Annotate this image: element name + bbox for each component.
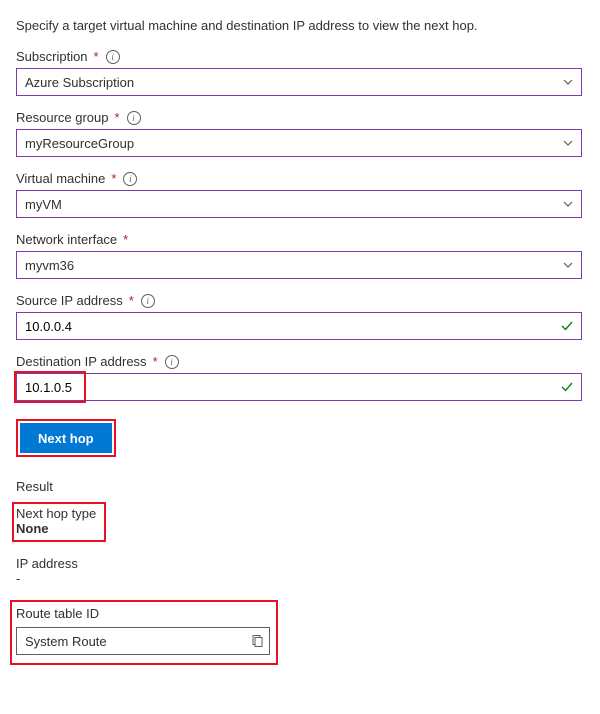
required-asterisk: * (123, 232, 128, 247)
virtual-machine-value: myVM (25, 197, 62, 212)
virtual-machine-select[interactable]: myVM (16, 190, 582, 218)
field-subscription: Subscription * i Azure Subscription (16, 49, 584, 96)
destination-ip-input[interactable] (16, 373, 582, 401)
next-hop-button[interactable]: Next hop (20, 423, 112, 453)
subscription-value: Azure Subscription (25, 75, 134, 90)
subscription-select[interactable]: Azure Subscription (16, 68, 582, 96)
resource-group-select[interactable]: myResourceGroup (16, 129, 582, 157)
network-interface-select[interactable]: myvm36 (16, 251, 582, 279)
required-asterisk: * (94, 49, 99, 64)
page-description: Specify a target virtual machine and des… (16, 18, 584, 33)
source-ip-input[interactable] (16, 312, 582, 340)
copy-icon[interactable] (250, 634, 264, 648)
network-interface-label: Network interface (16, 232, 117, 247)
field-virtual-machine: Virtual machine * i myVM (16, 171, 584, 218)
info-icon[interactable]: i (106, 50, 120, 64)
required-asterisk: * (115, 110, 120, 125)
info-icon[interactable]: i (165, 355, 179, 369)
required-asterisk: * (111, 171, 116, 186)
info-icon[interactable]: i (141, 294, 155, 308)
resource-group-label: Resource group (16, 110, 109, 125)
destination-ip-label: Destination IP address (16, 354, 147, 369)
field-resource-group: Resource group * i myResourceGroup (16, 110, 584, 157)
virtual-machine-label: Virtual machine (16, 171, 105, 186)
field-source-ip: Source IP address * i (16, 293, 584, 340)
route-table-id-box: System Route (16, 627, 270, 655)
required-asterisk: * (153, 354, 158, 369)
highlight-annotation: Next hop type None (12, 502, 106, 542)
route-table-id-value: System Route (25, 634, 107, 649)
ip-address-value: - (16, 571, 584, 586)
next-hop-type-value: None (16, 521, 96, 536)
route-table-id-label: Route table ID (16, 606, 270, 621)
required-asterisk: * (129, 293, 134, 308)
ip-address-label: IP address (16, 556, 584, 571)
next-hop-type-label: Next hop type (16, 506, 96, 521)
info-icon[interactable]: i (127, 111, 141, 125)
subscription-label: Subscription (16, 49, 88, 64)
network-interface-value: myvm36 (25, 258, 74, 273)
highlight-annotation: Route table ID System Route (10, 600, 278, 665)
field-network-interface: Network interface * myvm36 (16, 232, 584, 279)
info-icon[interactable]: i (123, 172, 137, 186)
source-ip-label: Source IP address (16, 293, 123, 308)
resource-group-value: myResourceGroup (25, 136, 134, 151)
field-destination-ip: Destination IP address * i (16, 354, 584, 401)
highlight-annotation: Next hop (16, 419, 116, 457)
result-heading: Result (16, 479, 584, 494)
result-section: Result Next hop type None IP address - R… (16, 479, 584, 665)
